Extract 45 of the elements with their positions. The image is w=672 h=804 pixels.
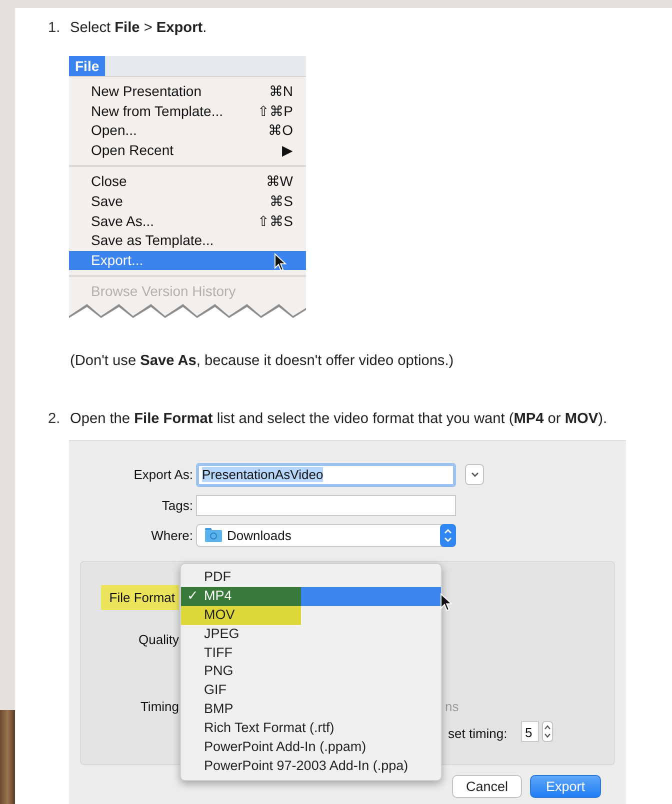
expand-button[interactable] [465, 464, 484, 486]
updown-chevron-icon [440, 524, 456, 547]
field-label: set timing: [448, 726, 508, 741]
location-popup[interactable]: Downloads [196, 524, 456, 547]
menu-item[interactable]: BMP [181, 700, 441, 720]
menu-item[interactable]: PNG [181, 662, 441, 682]
cancel-button[interactable]: Cancel [452, 774, 522, 798]
field-label: Timing [140, 698, 179, 714]
step-number: 1. [48, 19, 62, 38]
chevron-down-icon [470, 472, 478, 478]
note-text: (Don't use Save As, because it doesn't offer video options.) [70, 352, 454, 369]
field-label: File Format [101, 584, 179, 610]
menu-item[interactable]: Save as Template... [69, 231, 306, 251]
tags-field[interactable] [196, 494, 456, 516]
menu-item[interactable]: GIF [181, 681, 441, 700]
step-text: Select File > Export. [70, 19, 207, 38]
menu-item[interactable]: PDF [181, 568, 441, 587]
number-field[interactable]: 5 [521, 720, 539, 742]
menu-item[interactable]: Open... ⌘O [69, 121, 306, 141]
menu-item[interactable]: Rich Text Format (.rtf) [181, 719, 441, 738]
menu-item[interactable]: Save As... ⇧⌘S [69, 212, 306, 232]
folder-icon [205, 528, 222, 542]
menu-item[interactable]: Export... [69, 250, 306, 270]
pointer-cursor-icon [274, 253, 287, 272]
menu-item[interactable]: PowerPoint Add-In (.ppam) [181, 738, 441, 757]
menu-item[interactable]: Close ⌘W [69, 172, 306, 192]
field-label: Quality [138, 632, 179, 647]
pointer-cursor-icon [440, 592, 453, 612]
filename-field[interactable]: PresentationAsVideo [196, 462, 456, 487]
menu-title[interactable]: File [69, 56, 106, 76]
menu-item[interactable]: Open Recent ▶ [69, 140, 306, 160]
menu-item[interactable]: New from Template... ⇧⌘P [69, 102, 306, 122]
menu-item[interactable]: Save ⌘S [69, 192, 306, 212]
field-label: Tags: [160, 498, 193, 513]
menu-item[interactable]: PowerPoint 97-2003 Add-In (.ppa) [181, 756, 441, 776]
menu-item[interactable]: JPEG [181, 624, 441, 644]
menu-item[interactable]: TIFF [181, 644, 441, 662]
step-number: 2. [48, 410, 62, 429]
menu-item[interactable]: ✓ MP4 [181, 586, 441, 606]
option-text: ns [445, 698, 459, 714]
stepper-icon[interactable] [542, 720, 553, 742]
field-label: Where: [150, 528, 193, 543]
field-label: Export As: [132, 467, 193, 482]
menu-item[interactable]: New Presentation ⌘N [69, 82, 306, 102]
step-text: Open the File Format list and select the video format that you want (MP4 or MOV). [70, 410, 607, 429]
